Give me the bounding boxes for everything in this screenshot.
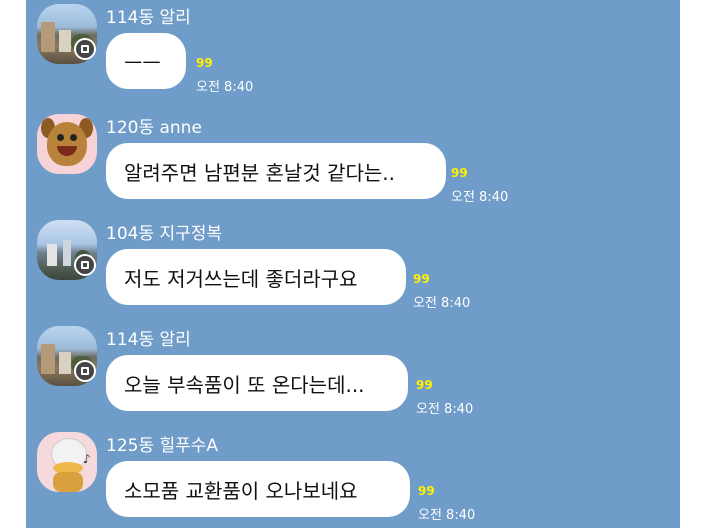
unread-count: 99 bbox=[451, 166, 468, 180]
message-time: 오전 8:40 bbox=[196, 80, 254, 95]
message-row: 114동 알리 오늘 부속품이 또 온다는데... 99 오전 8:40 bbox=[26, 322, 680, 422]
message-row: ♪ 125동 힐푸수A 소모품 교환품이 오나보네요 99 오전 8:40 bbox=[26, 428, 680, 528]
message-row: 120동 anne 알려주면 남편분 혼날것 같다는.. 99 오전 8:40 bbox=[26, 110, 680, 210]
sender-name: 125동 힐푸수A bbox=[106, 436, 219, 456]
message-bubble[interactable]: 저도 저거쓰는데 좋더라구요 bbox=[106, 249, 406, 305]
message-bubble[interactable]: 소모품 교환품이 오나보네요 bbox=[106, 461, 410, 517]
message-bubble[interactable]: ㅡㅡ bbox=[106, 33, 186, 89]
message-bubble[interactable]: 오늘 부속품이 또 온다는데... bbox=[106, 355, 408, 411]
message-row: 104동 지구정복 저도 저거쓰는데 좋더라구요 99 오전 8:40 bbox=[26, 216, 680, 316]
unread-count: 99 bbox=[196, 56, 213, 70]
dog-character-icon[interactable] bbox=[37, 114, 97, 174]
sender-name: 114동 알리 bbox=[106, 330, 191, 350]
chat-room: 114동 알리 ㅡㅡ 99 오전 8:40 120동 anne 알려주면 남편분… bbox=[26, 0, 680, 528]
message-time: 오전 8:40 bbox=[413, 296, 471, 311]
message-bubble[interactable]: 알려주면 남편분 혼날것 같다는.. bbox=[106, 143, 446, 199]
unread-count: 99 bbox=[418, 484, 435, 498]
profile-badge-icon bbox=[74, 360, 96, 382]
message-row: 114동 알리 ㅡㅡ 99 오전 8:40 bbox=[26, 0, 680, 100]
sender-name: 104동 지구정복 bbox=[106, 224, 223, 244]
duck-character-icon[interactable]: ♪ bbox=[37, 432, 97, 492]
message-time: 오전 8:40 bbox=[416, 402, 474, 417]
message-time: 오전 8:40 bbox=[451, 190, 509, 205]
unread-count: 99 bbox=[413, 272, 430, 286]
unread-count: 99 bbox=[416, 378, 433, 392]
profile-badge-icon bbox=[74, 254, 96, 276]
sender-name: 114동 알리 bbox=[106, 8, 191, 28]
message-time: 오전 8:40 bbox=[418, 508, 476, 523]
profile-badge-icon bbox=[74, 38, 96, 60]
sender-name: 120동 anne bbox=[106, 118, 202, 138]
